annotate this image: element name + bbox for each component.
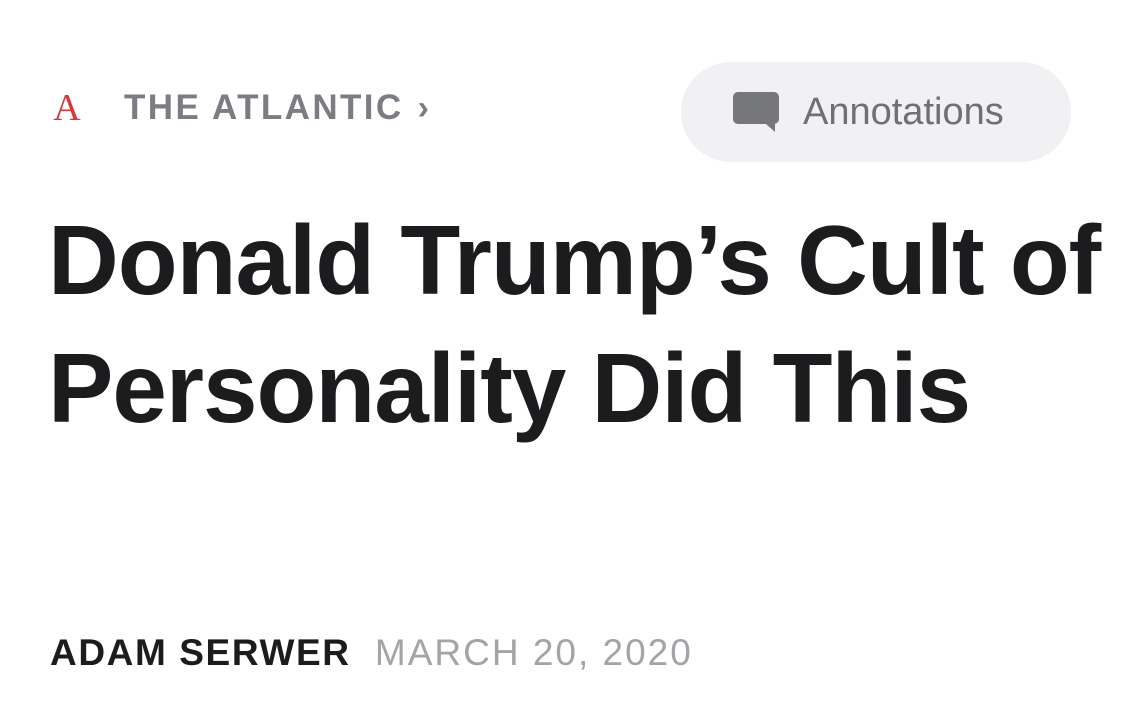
author-name: ADAM SERWER xyxy=(50,632,351,673)
speech-bubble-icon xyxy=(733,92,779,132)
annotations-button[interactable]: Annotations xyxy=(681,62,1071,162)
publish-date: MARCH 20, 2020 xyxy=(374,632,693,673)
annotations-label: Annotations xyxy=(803,90,1004,133)
article-headline: Donald Trump’s Cult of Personality Did T… xyxy=(48,205,1101,443)
atlantic-logo: A xyxy=(53,87,81,129)
publication-link[interactable]: A THE ATLANTIC › xyxy=(52,84,429,132)
byline: ADAM SERWER MARCH 20, 2020 xyxy=(50,628,693,678)
chevron-right-icon: › xyxy=(417,88,429,127)
publication-name: THE ATLANTIC xyxy=(124,88,404,127)
